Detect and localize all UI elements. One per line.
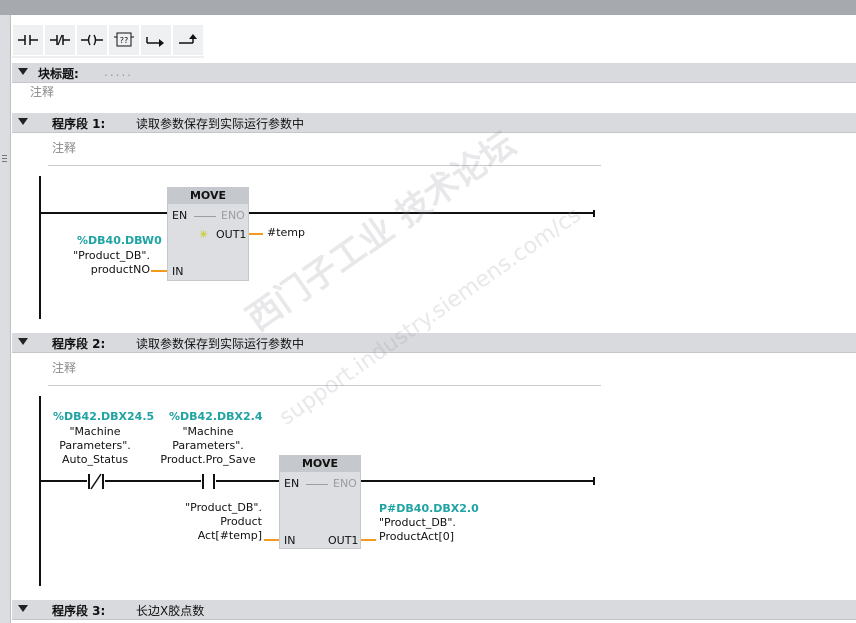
out1-pin: OUT1 [328, 534, 359, 547]
out-symbol-1[interactable]: "Product_DB". [379, 516, 456, 530]
eno-pin: ENO [333, 477, 357, 490]
en-pin: EN [284, 477, 300, 490]
out-wire [361, 539, 376, 541]
network-3-header[interactable]: 程序段 3: 长边X胶点数 [12, 600, 856, 620]
collapse-triangle-icon[interactable] [18, 605, 28, 612]
move-box[interactable]: MOVE EN ENO IN OUT1 [279, 455, 361, 549]
network-title[interactable]: 长边X胶点数 [136, 602, 204, 619]
out-address[interactable]: P#DB40.DBX2.0 [379, 502, 479, 515]
in-wire [264, 539, 279, 541]
en-eno-line [306, 484, 328, 485]
in-pin: IN [284, 534, 296, 547]
in-symbol-1[interactable]: "Product_DB". [160, 501, 262, 515]
out-symbol-2[interactable]: ProductAct[0] [379, 530, 454, 544]
in-symbol-2[interactable]: Product [160, 515, 262, 529]
network-label: 程序段 3: [52, 604, 106, 618]
in-symbol-3[interactable]: Act[#temp] [160, 529, 262, 543]
move-box-title: MOVE [280, 456, 360, 472]
